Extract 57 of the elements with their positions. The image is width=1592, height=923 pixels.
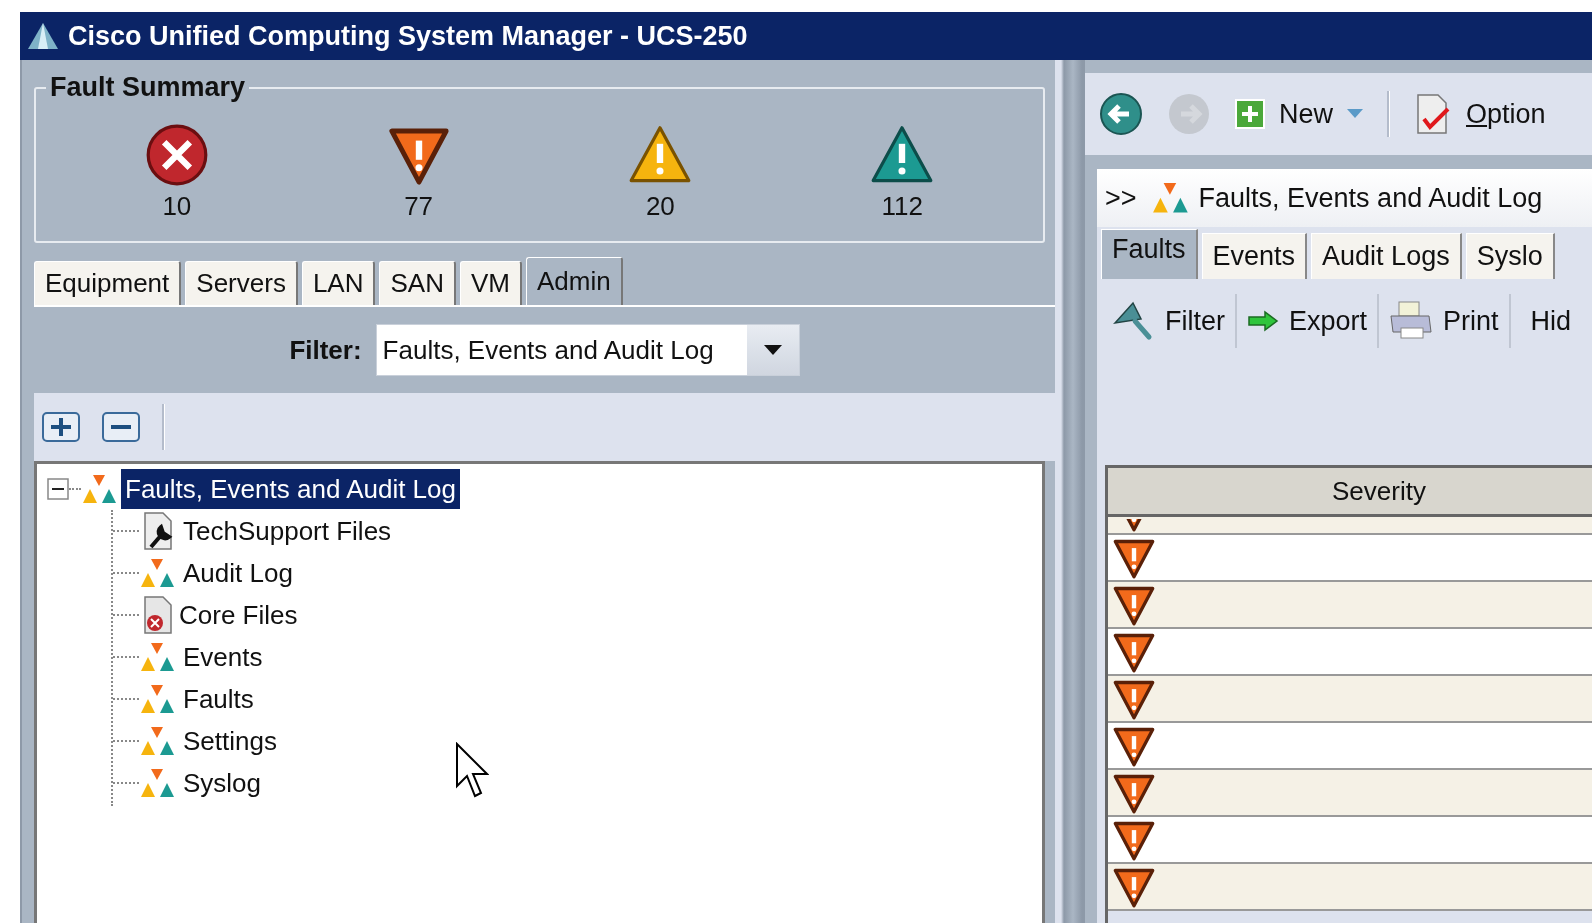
tree-item[interactable]: Syslog: [179, 763, 266, 803]
back-icon[interactable]: [1099, 92, 1143, 136]
content-tab[interactable]: Audit Logs: [1311, 233, 1462, 279]
caret-icon: [1347, 109, 1363, 119]
hide-button[interactable]: Hid: [1510, 294, 1582, 348]
nav-tab[interactable]: Admin: [525, 257, 623, 305]
table-row[interactable]: [1108, 723, 1592, 770]
table-row[interactable]: [1108, 864, 1592, 911]
fault-count: 112: [881, 190, 923, 222]
table-row[interactable]: [1108, 517, 1592, 535]
nav-tab[interactable]: VM: [459, 261, 522, 305]
splitter[interactable]: [1055, 60, 1085, 923]
tree-item[interactable]: Settings: [179, 721, 281, 761]
nav-tab[interactable]: LAN: [301, 261, 376, 305]
tree-item[interactable]: TechSupport Files: [179, 511, 396, 551]
critical-icon: [144, 122, 209, 187]
pyramid-icon: [26, 21, 60, 51]
filter-dropdown[interactable]: Faults, Events and Audit Log: [375, 324, 800, 376]
print-button[interactable]: Print: [1379, 294, 1511, 348]
table-row[interactable]: [1108, 817, 1592, 864]
fault-count: 10: [162, 190, 192, 222]
collapse-all-icon[interactable]: [102, 412, 140, 442]
filter-label: Filter:: [289, 334, 362, 366]
arrow-right-icon: [1247, 310, 1279, 332]
nav-tab[interactable]: SAN: [379, 261, 456, 305]
table-row[interactable]: [1108, 582, 1592, 629]
window-title: Cisco Unified Computing System Manager - UCS-250: [68, 20, 748, 52]
content-tab[interactable]: Syslo: [1465, 233, 1555, 279]
collapse-icon[interactable]: [47, 478, 69, 500]
breadcrumb-prefix: >>: [1105, 182, 1137, 214]
nav-tab[interactable]: Equipment: [34, 261, 182, 305]
mouse-cursor-icon: [455, 742, 489, 798]
column-header[interactable]: Severity: [1108, 468, 1592, 517]
caret-icon: [763, 345, 782, 355]
filter-button[interactable]: Filter: [1101, 294, 1237, 348]
options-button[interactable]: Option: [1414, 93, 1546, 135]
printer-icon: [1389, 300, 1434, 342]
new-button[interactable]: New: [1235, 98, 1363, 130]
checked-document-icon: [1414, 93, 1452, 135]
table-row[interactable]: [1108, 629, 1592, 676]
tree-item[interactable]: Core Files: [175, 595, 302, 635]
expand-all-icon[interactable]: [42, 412, 80, 442]
table-row[interactable]: [1108, 770, 1592, 817]
tree-item[interactable]: Faults, Events and Audit Log: [121, 469, 460, 509]
tree-item[interactable]: Audit Log: [179, 553, 297, 593]
content-tab[interactable]: Faults: [1101, 229, 1198, 279]
breadcrumb-text: Faults, Events and Audit Log: [1198, 182, 1543, 214]
content-tab[interactable]: Events: [1201, 233, 1308, 279]
fault-count: 77: [404, 190, 434, 222]
fault-count: 20: [645, 190, 675, 222]
plus-icon: [1235, 99, 1265, 129]
table-row[interactable]: [1108, 535, 1592, 582]
tree-item[interactable]: Faults: [179, 679, 258, 719]
table-row[interactable]: [1108, 676, 1592, 723]
export-button[interactable]: Export: [1237, 294, 1380, 348]
tree-item[interactable]: Events: [179, 637, 267, 677]
nav-tab[interactable]: Servers: [185, 261, 298, 305]
